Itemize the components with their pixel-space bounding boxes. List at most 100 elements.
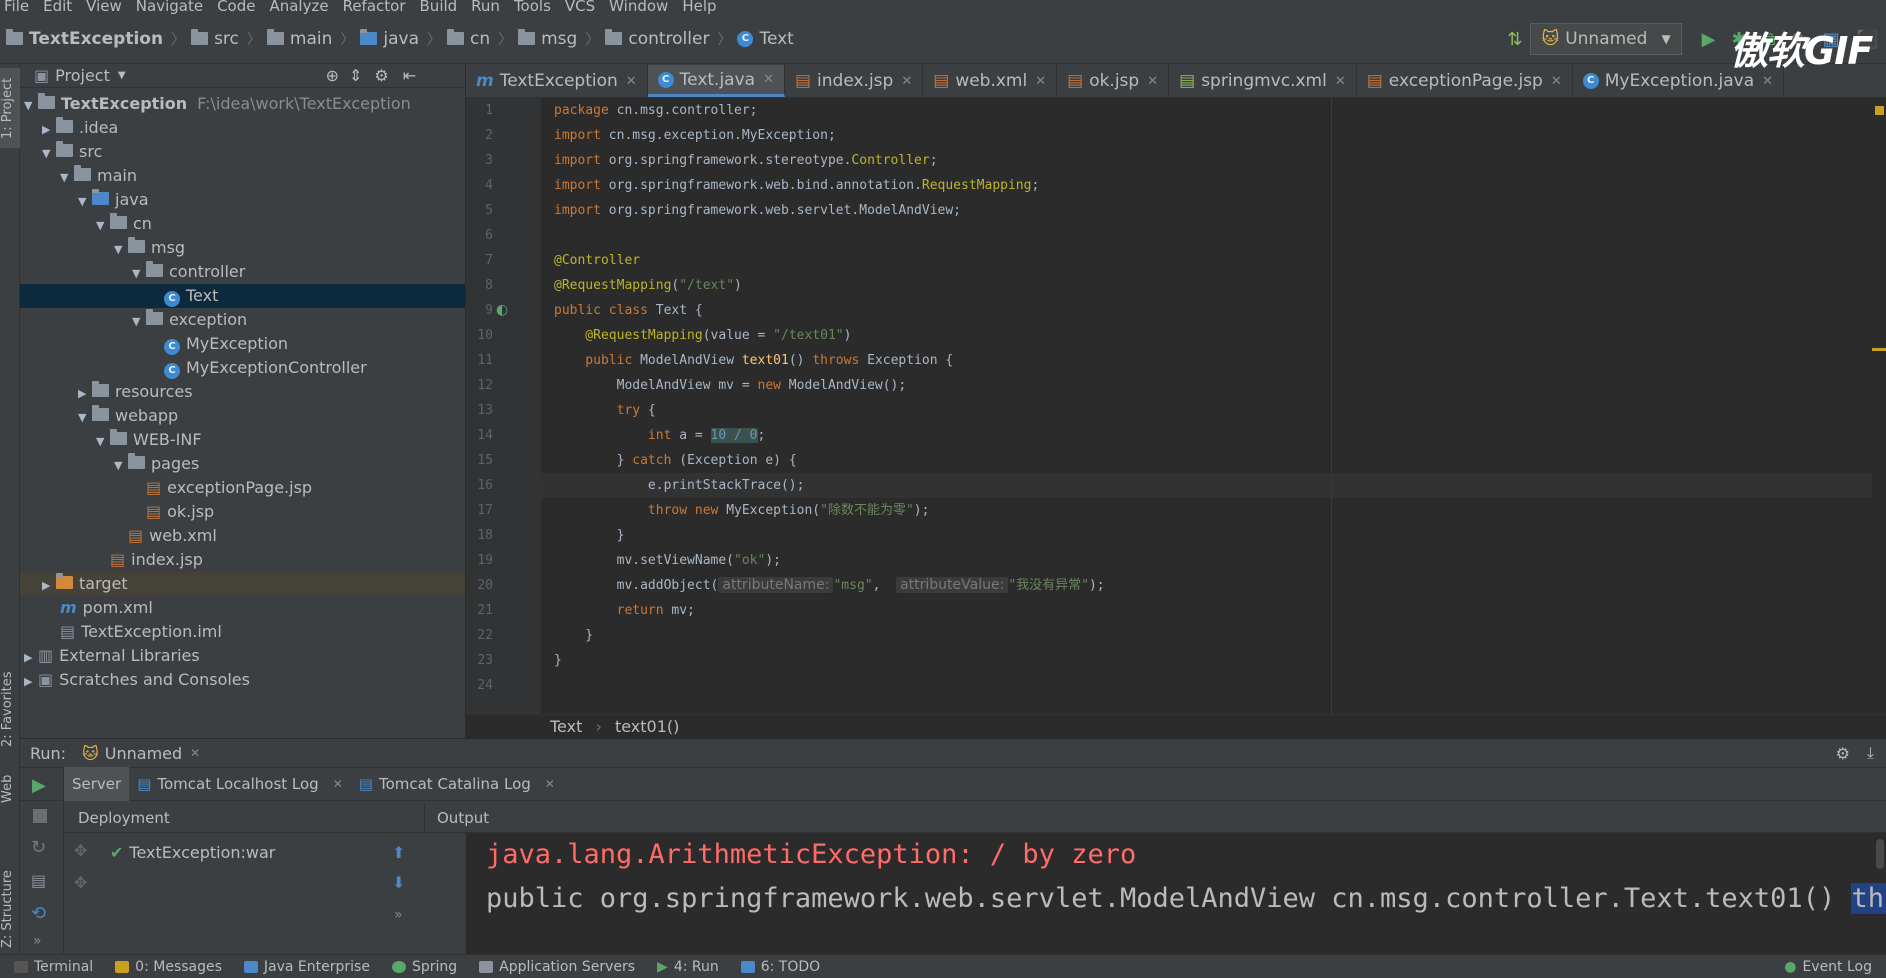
run-tab-localhost-log[interactable]: ▤ Tomcat Localhost Log ✕ bbox=[129, 767, 351, 801]
tree-node-root[interactable]: ▼ TextException F:\idea\work\TextException bbox=[20, 92, 465, 116]
tool-tab-structure[interactable]: Z: Structure bbox=[0, 864, 20, 954]
project-panel-title[interactable]: Project bbox=[55, 66, 110, 85]
tree-node-text[interactable]: C Text bbox=[20, 284, 465, 308]
tool-tab-web[interactable]: Web bbox=[0, 764, 20, 814]
crumb-controller[interactable]: controller bbox=[628, 29, 709, 49]
console-scrollbar[interactable] bbox=[1876, 839, 1884, 869]
scroll-marker[interactable] bbox=[1872, 348, 1886, 351]
tree-node-pages[interactable]: ▼ pages bbox=[20, 452, 465, 476]
editor-crumb-method[interactable]: text01() bbox=[615, 717, 679, 736]
build-icon[interactable]: ⇅ bbox=[1507, 29, 1522, 50]
tree-node-scratches[interactable]: ▶ ▣ Scratches and Consoles bbox=[20, 668, 465, 692]
tab-index-jsp[interactable]: ▤ index.jsp ✕ bbox=[785, 65, 924, 97]
chevron-down-icon[interactable]: ▼ bbox=[118, 70, 126, 81]
tab-textexception[interactable]: m TextException ✕ bbox=[466, 65, 648, 97]
menu-view[interactable]: View bbox=[82, 0, 132, 14]
run-tab-catalina-log[interactable]: ▤ Tomcat Catalina Log ✕ bbox=[351, 767, 563, 801]
status-messages[interactable]: 0: Messages bbox=[115, 959, 222, 975]
console-output[interactable]: java.lang.ArithmeticException: / by zero… bbox=[466, 833, 1886, 955]
status-event-log[interactable]: ● Event Log bbox=[1784, 959, 1872, 975]
editor-crumb-class[interactable]: Text bbox=[550, 717, 582, 736]
crumb-project[interactable]: TextException bbox=[29, 29, 163, 49]
scroll-down-icon[interactable]: ⬇ bbox=[392, 873, 405, 892]
gear-icon[interactable]: ⚙ bbox=[374, 66, 388, 85]
bean-gutter-icon[interactable]: ◐ bbox=[496, 302, 508, 318]
run-config-tab[interactable]: Unnamed bbox=[105, 744, 182, 763]
tab-web-xml[interactable]: ▤ web.xml ✕ bbox=[923, 65, 1058, 97]
menu-file[interactable]: File bbox=[0, 0, 39, 14]
tree-node-exceptionpage-jsp[interactable]: ▤ exceptionPage.jsp bbox=[20, 476, 465, 500]
close-icon[interactable]: ✕ bbox=[545, 777, 555, 791]
menu-help[interactable]: Help bbox=[678, 0, 726, 14]
menu-edit[interactable]: Edit bbox=[39, 0, 82, 14]
hide-panel-icon[interactable]: ⇤ bbox=[403, 66, 416, 85]
run-config-selector[interactable]: 🐱 Unnamed ▼ bbox=[1530, 23, 1682, 55]
tree-node-web-xml[interactable]: ▤ web.xml bbox=[20, 524, 465, 548]
tab-springmvc-xml[interactable]: ▤ springmvc.xml ✕ bbox=[1169, 65, 1357, 97]
tree-node-controller[interactable]: ▼ controller bbox=[20, 260, 465, 284]
status-app-servers[interactable]: Application Servers bbox=[479, 959, 635, 975]
tree-node-resources[interactable]: ▶ resources bbox=[20, 380, 465, 404]
update-icon[interactable]: ⟲ bbox=[31, 903, 46, 924]
more-icon[interactable]: » bbox=[33, 933, 42, 949]
tree-node-idea[interactable]: ▶ .idea bbox=[20, 116, 465, 140]
scroll-up-icon[interactable]: ⬆ bbox=[392, 843, 405, 862]
code-editor[interactable]: package cn.msg.controller; import cn.msg… bbox=[541, 98, 1886, 714]
menu-code[interactable]: Code bbox=[213, 0, 265, 14]
tool-tab-project[interactable]: 1: Project bbox=[0, 68, 20, 148]
tool-tab-favorites[interactable]: 2: Favorites bbox=[0, 664, 20, 754]
tab-text-java[interactable]: C Text.java ✕ bbox=[647, 65, 785, 97]
crumb-text[interactable]: Text bbox=[759, 29, 793, 49]
status-run[interactable]: ▶ 4: Run bbox=[657, 959, 719, 975]
menu-window[interactable]: Window bbox=[605, 0, 678, 14]
close-icon[interactable]: ✕ bbox=[333, 777, 343, 791]
collapse-all-icon[interactable]: ⇕ bbox=[349, 66, 362, 85]
tree-node-cn[interactable]: ▼ cn bbox=[20, 212, 465, 236]
close-icon[interactable]: ✕ bbox=[763, 72, 774, 87]
menu-vcs[interactable]: VCS bbox=[561, 0, 605, 14]
menu-tools[interactable]: Tools bbox=[510, 0, 561, 14]
menu-refactor[interactable]: Refactor bbox=[339, 0, 416, 14]
close-icon[interactable]: ✕ bbox=[1147, 74, 1158, 89]
locate-icon[interactable]: ⊕ bbox=[326, 66, 339, 85]
tree-node-myexceptioncontroller[interactable]: C MyExceptionController bbox=[20, 356, 465, 380]
menu-build[interactable]: Build bbox=[416, 0, 468, 14]
tab-exceptionpage-jsp[interactable]: ▤ exceptionPage.jsp ✕ bbox=[1357, 65, 1573, 97]
tree-node-external-libraries[interactable]: ▶ ▥ External Libraries bbox=[20, 644, 465, 668]
run-tab-server[interactable]: Server bbox=[64, 767, 130, 801]
close-icon[interactable]: ✕ bbox=[190, 746, 200, 760]
tree-node-webinf[interactable]: ▼ WEB-INF bbox=[20, 428, 465, 452]
gear-icon[interactable]: ⚙ bbox=[1836, 744, 1850, 763]
close-icon[interactable]: ✕ bbox=[901, 74, 912, 89]
run-icon[interactable]: ▶ bbox=[1702, 29, 1716, 50]
rerun-icon[interactable]: ▶ bbox=[32, 775, 46, 796]
tree-node-webapp[interactable]: ▼ webapp bbox=[20, 404, 465, 428]
tree-node-exception[interactable]: ▼ exception bbox=[20, 308, 465, 332]
warning-marker[interactable] bbox=[1875, 106, 1884, 115]
status-spring[interactable]: Spring bbox=[391, 959, 457, 975]
layout-icon[interactable]: ▤ bbox=[31, 871, 46, 890]
close-icon[interactable]: ✕ bbox=[1335, 74, 1346, 89]
tab-ok-jsp[interactable]: ▤ ok.jsp ✕ bbox=[1057, 65, 1170, 97]
tree-node-iml[interactable]: ▤ TextException.iml bbox=[20, 620, 465, 644]
status-terminal[interactable]: Terminal bbox=[14, 959, 93, 975]
deploy-icon[interactable]: ✥ bbox=[74, 841, 87, 860]
deployment-item[interactable]: ✔ TextException:war bbox=[110, 843, 275, 862]
status-java-enterprise[interactable]: Java Enterprise bbox=[243, 959, 370, 975]
menu-navigate[interactable]: Navigate bbox=[132, 0, 213, 14]
crumb-cn[interactable]: cn bbox=[470, 29, 490, 49]
crumb-src[interactable]: src bbox=[214, 29, 239, 49]
tree-node-pom-xml[interactable]: m pom.xml bbox=[20, 596, 465, 620]
crumb-msg[interactable]: msg bbox=[541, 29, 577, 49]
stop-icon[interactable] bbox=[33, 809, 47, 823]
tree-node-myexception[interactable]: C MyException bbox=[20, 332, 465, 356]
tree-node-msg[interactable]: ▼ msg bbox=[20, 236, 465, 260]
menu-analyze[interactable]: Analyze bbox=[265, 0, 338, 14]
menu-run[interactable]: Run bbox=[467, 0, 510, 14]
hide-icon[interactable]: ⤓ bbox=[1867, 743, 1874, 763]
close-icon[interactable]: ✕ bbox=[1762, 74, 1773, 89]
close-icon[interactable]: ✕ bbox=[626, 74, 637, 89]
tree-node-target[interactable]: ▶ target bbox=[20, 572, 465, 596]
crumb-java[interactable]: java bbox=[383, 29, 419, 49]
tree-node-src[interactable]: ▼ src bbox=[20, 140, 465, 164]
